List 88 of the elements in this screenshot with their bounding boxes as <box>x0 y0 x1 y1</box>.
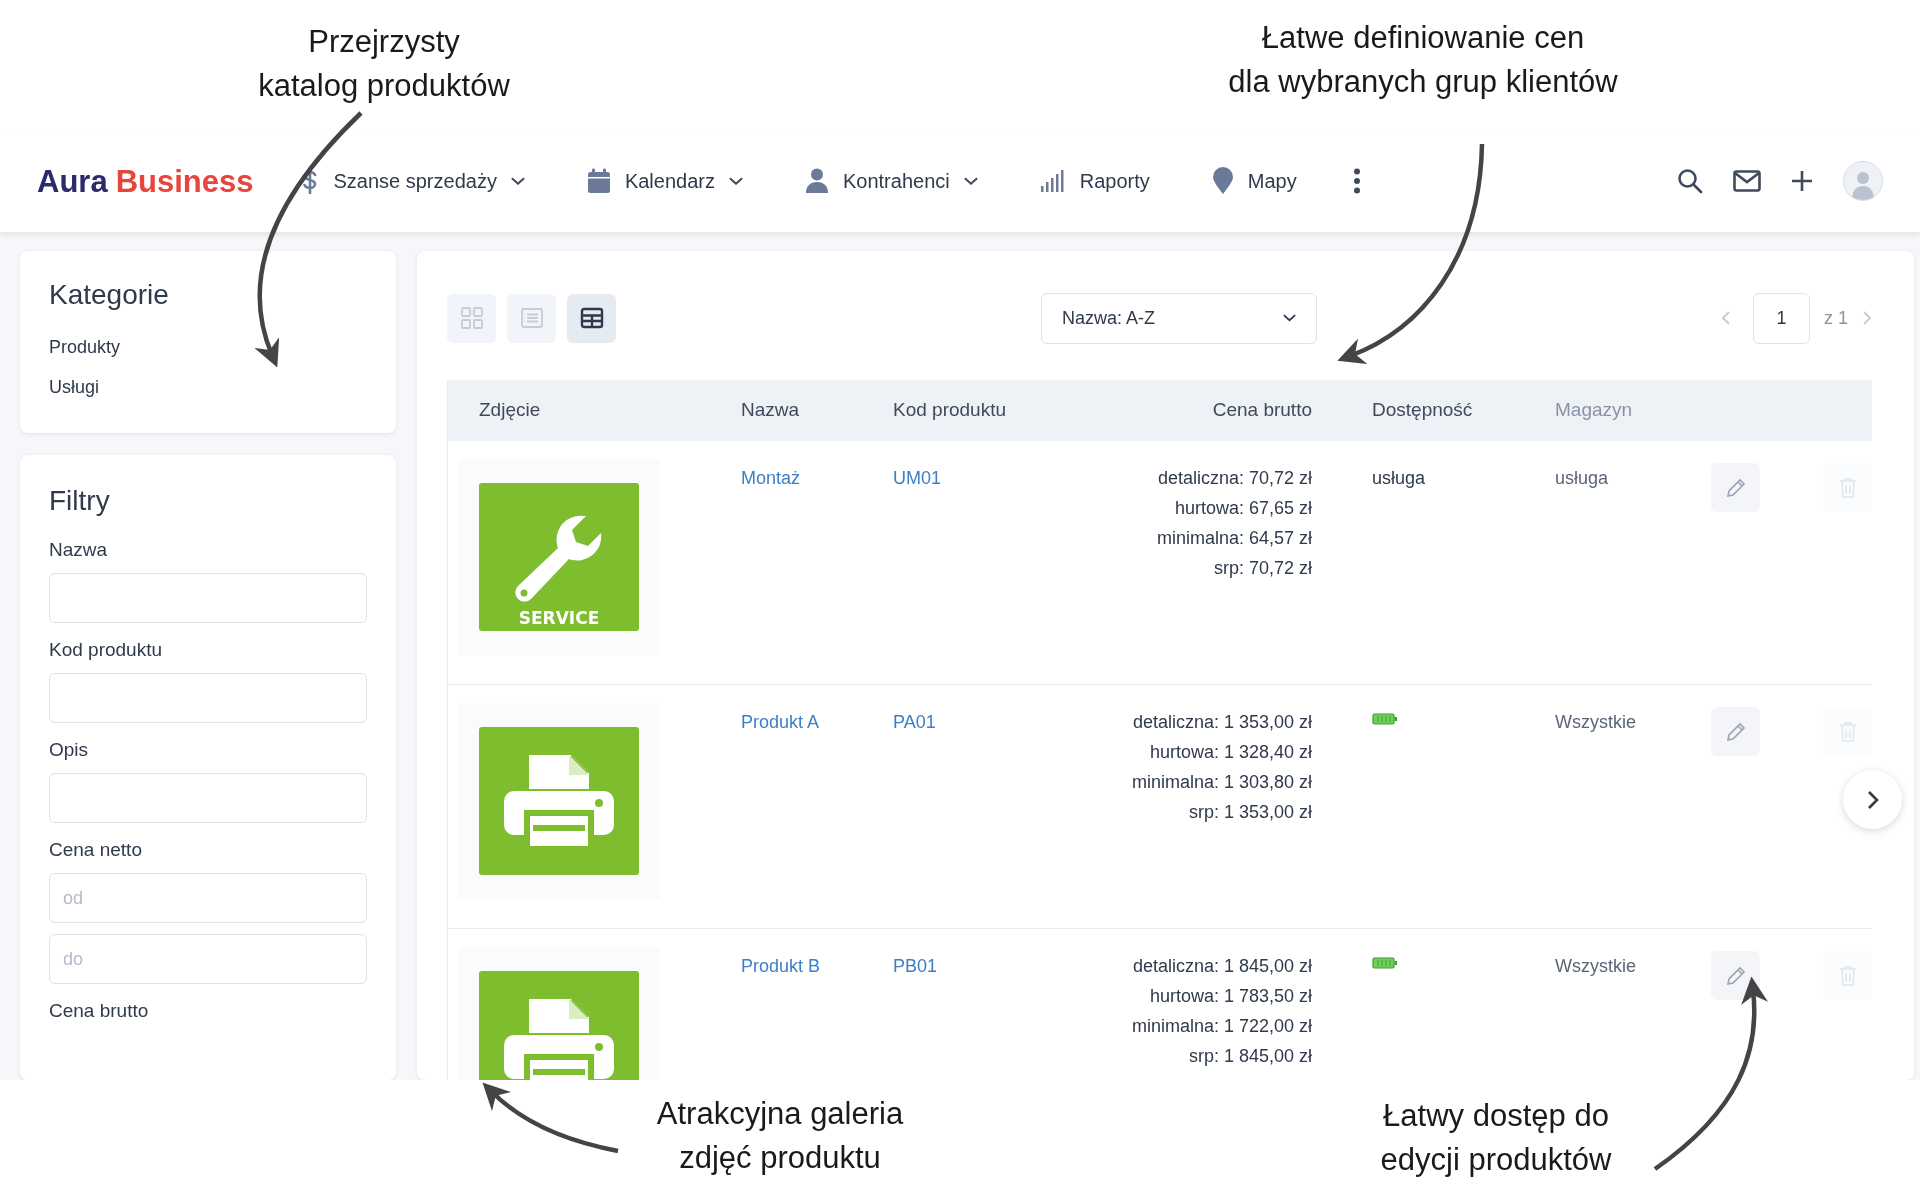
nav-menu-item[interactable]: Kontrahenci <box>804 166 978 196</box>
page-number-field[interactable]: 1 <box>1753 292 1810 344</box>
column-header: Nazwa <box>741 398 801 423</box>
list-icon <box>519 307 544 329</box>
sort-dropdown[interactable]: Nazwa: A-Z <box>1041 292 1317 344</box>
previous-page-icon[interactable] <box>1721 310 1731 326</box>
product-code-link[interactable]: UM01 <box>893 468 941 488</box>
annotation-text: Łatwy dostęp do edycji produktów <box>1379 1097 1613 1179</box>
column-header: Cena brutto <box>1211 398 1312 423</box>
warehouse-text: Wszystkie <box>1555 956 1636 976</box>
price-line: minimalna: 1 722,00 zł <box>1131 1015 1312 1038</box>
image-caption: SERVICE <box>518 610 600 627</box>
pencil-icon <box>1724 476 1747 499</box>
product-code-link[interactable]: PB01 <box>893 956 938 976</box>
view-toggle-button[interactable] <box>567 293 616 343</box>
filter-input[interactable]: do <box>49 934 367 984</box>
categories-title: Kategorie <box>49 278 170 312</box>
battery-icon <box>1372 957 1398 969</box>
warehouse-text: Wszystkie <box>1555 712 1636 732</box>
pencil-icon <box>1724 720 1747 743</box>
nav-menu-item[interactable]: Raporty <box>1039 166 1150 196</box>
warehouse-text: usługa <box>1555 468 1609 488</box>
annotation-text: Łatwe definiowanie cen dla wybranych grup klientów <box>1227 19 1619 101</box>
filters-title: Filtry <box>49 484 111 518</box>
next-page-icon[interactable] <box>1862 310 1872 326</box>
price-line: detaliczna: 1 353,00 zł <box>1132 711 1312 734</box>
price-line: minimalna: 1 303,80 zł <box>1131 771 1312 794</box>
delete-button[interactable] <box>1823 951 1872 1000</box>
delete-button[interactable] <box>1823 463 1872 512</box>
filter-label: Cena netto <box>49 838 143 862</box>
delete-button[interactable] <box>1823 707 1872 756</box>
mail-icon[interactable] <box>1733 170 1761 192</box>
nav-menu-item[interactable]: Szanse sprzedaży <box>301 166 525 196</box>
price-line: detaliczna: 1 845,00 zł <box>1132 955 1312 978</box>
price-line: srp: 1 845,00 zł <box>1188 1045 1312 1068</box>
user-avatar[interactable] <box>1843 161 1883 201</box>
chevron-down-icon <box>1283 314 1296 322</box>
column-header: Zdjęcie <box>479 398 542 423</box>
nav-menu-item[interactable]: Kalendarz <box>586 166 743 196</box>
trash-icon <box>1838 964 1857 987</box>
trash-icon <box>1838 476 1857 499</box>
price-line: detaliczna: 70,72 zł <box>1157 467 1312 490</box>
plus-icon[interactable] <box>1791 170 1813 192</box>
product-name-link[interactable]: Produkt B <box>741 956 821 976</box>
filter-label: Nazwa <box>49 538 109 562</box>
chevron-right-icon <box>1866 789 1879 810</box>
category-link[interactable]: Produkty <box>49 327 367 367</box>
grid-icon <box>459 306 484 330</box>
annotation-text: Przejrzysty katalog produktów <box>257 23 511 105</box>
logo[interactable]: Aura Business <box>37 165 254 197</box>
price-line: hurtowa: 1 328,40 zł <box>1149 741 1312 764</box>
filter-input[interactable] <box>49 673 367 723</box>
column-header: Magazyn <box>1555 398 1634 423</box>
filter-label: Kod produktu <box>49 638 164 662</box>
price-line: hurtowa: 67,65 zł <box>1174 497 1312 520</box>
bar-chart-icon <box>1039 170 1066 192</box>
map-pin-icon <box>1211 167 1234 195</box>
edit-button[interactable] <box>1711 951 1760 1000</box>
filter-input[interactable] <box>49 573 367 623</box>
column-header: Dostępność <box>1372 398 1474 423</box>
search-icon[interactable] <box>1677 168 1703 194</box>
pencil-icon <box>1724 964 1747 987</box>
battery-icon <box>1372 713 1398 725</box>
category-link[interactable]: Usługi <box>49 367 367 407</box>
view-toggle-button[interactable] <box>507 293 556 343</box>
trash-icon <box>1838 720 1857 743</box>
table-icon <box>579 307 604 329</box>
more-menu-icon[interactable] <box>1352 168 1361 194</box>
product-name-link[interactable]: Montaż <box>741 468 801 488</box>
price-line: srp: 70,72 zł <box>1213 557 1312 580</box>
price-line: srp: 1 353,00 zł <box>1188 801 1312 824</box>
price-line: hurtowa: 1 783,50 zł <box>1149 985 1312 1008</box>
annotation-text: Atrakcyjna galeria zdjęć produktu <box>655 1095 905 1177</box>
view-toggle-button[interactable] <box>447 293 496 343</box>
filter-input[interactable] <box>49 773 367 823</box>
calendar-icon <box>586 168 611 194</box>
availability-text: usługa <box>1372 468 1426 488</box>
filter-label: Cena brutto <box>49 999 150 1023</box>
nav-menu-item[interactable]: Mapy <box>1211 166 1297 196</box>
scroll-right-button[interactable] <box>1843 770 1902 829</box>
filter-label: Opis <box>49 738 90 762</box>
user-icon <box>804 168 829 194</box>
column-header: Kod produktu <box>893 398 1008 423</box>
product-name-link[interactable]: Produkt A <box>741 712 820 732</box>
filter-input[interactable]: od <box>49 873 367 923</box>
price-line: minimalna: 64,57 zł <box>1156 527 1312 550</box>
product-code-link[interactable]: PA01 <box>893 712 936 732</box>
page-total: z 1 <box>1824 306 1848 330</box>
